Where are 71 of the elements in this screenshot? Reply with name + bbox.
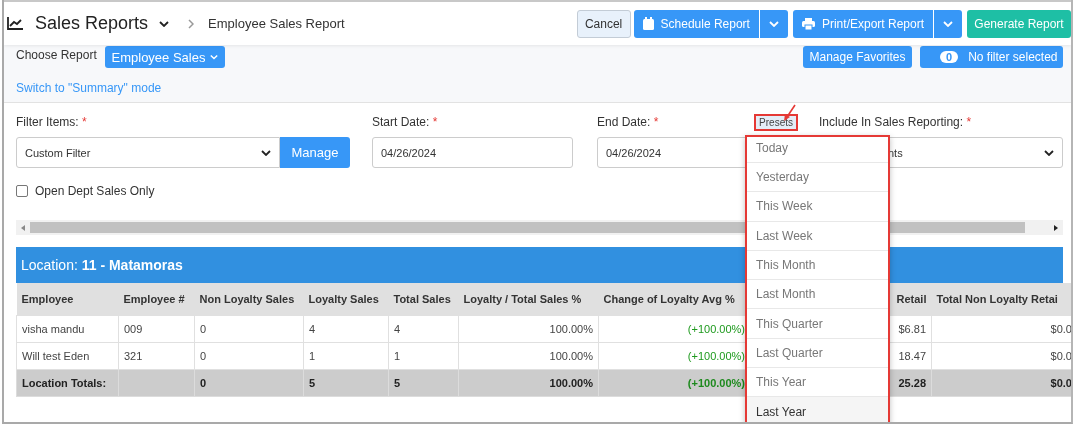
location-title: Location: 11 - Matamoras [21, 257, 183, 273]
menu-item[interactable]: Today [747, 137, 888, 163]
table-cell: 1 [388, 342, 459, 370]
column-header: Loyalty Sales [303, 283, 389, 316]
table-cell: $0.0 [931, 315, 1071, 343]
count-badge: 0 [940, 51, 959, 63]
field-label: Filter Items: * [16, 115, 87, 129]
field-label: Choose Report [16, 47, 98, 62]
date-field[interactable]: 04/26/2024 [372, 137, 573, 168]
chevron-right-icon [188, 18, 195, 29]
table-cell: visha mandu [16, 315, 119, 343]
caret-icon [210, 54, 219, 60]
calendar-icon [642, 17, 654, 30]
column-header: Employee [16, 283, 119, 316]
line-chart-icon [7, 17, 23, 30]
scroll-left-icon[interactable] [19, 223, 27, 232]
breadcrumb-text: Employee Sales Report [208, 16, 345, 31]
dropdown-toggle[interactable] [934, 9, 962, 38]
column-header: Non Loyalty Sales [194, 283, 304, 316]
menu-item[interactable]: This Quarter [747, 309, 888, 339]
table-cell: 4 [388, 315, 459, 343]
field-label: End Date: * [597, 115, 659, 129]
caret-icon [261, 149, 271, 156]
table-cell: 009 [118, 315, 195, 343]
caret-icon [768, 20, 779, 27]
printer-icon [801, 17, 815, 30]
table-cell: 100.00% [458, 342, 599, 370]
caret-icon [159, 20, 170, 27]
column-header: Loyalty / Total Sales % [458, 283, 599, 316]
table-cell: 0 [194, 315, 304, 343]
total-cell: 100.00% [458, 369, 599, 397]
scroll-right-icon[interactable] [1052, 223, 1060, 232]
total-cell: $0.0 [931, 369, 1071, 397]
dropdown-toggle[interactable] [759, 9, 788, 38]
checkbox[interactable] [16, 185, 28, 197]
table-cell: 1 [303, 342, 389, 370]
total-cell: Location Totals: [16, 369, 119, 397]
page-title: Sales Reports [35, 13, 149, 34]
table-cell: 100.00% [458, 315, 599, 343]
menu-item[interactable]: Last Year [747, 397, 888, 422]
table-cell: 4 [303, 315, 389, 343]
report-dropdown[interactable]: Employee Sales [105, 46, 225, 68]
manage-button[interactable]: Manage [280, 137, 350, 168]
filter-button[interactable]: 0 No filter selected [920, 46, 1063, 68]
total-cell: 5 [388, 369, 459, 397]
total-cell: 5 [303, 369, 389, 397]
table-cell: 0 [194, 342, 304, 370]
select-field[interactable]: Custom Filter [16, 137, 280, 168]
total-cell: 0 [194, 369, 304, 397]
report-button[interactable]: Print/Export Report [792, 9, 933, 38]
presets-button[interactable]: Presets [754, 113, 798, 131]
table-cell: Will test Eden [16, 342, 119, 370]
menu-item[interactable]: Last Month [747, 280, 888, 310]
menu-item[interactable]: Last Quarter [747, 338, 888, 369]
menu-item[interactable]: This Week [747, 192, 888, 222]
caret-icon [1044, 149, 1054, 156]
menu-item[interactable]: This Month [747, 250, 888, 281]
column-header: Total Sales [388, 283, 459, 316]
manage-favorites-button[interactable]: Manage Favorites [803, 46, 912, 68]
column-header: Employee # [118, 283, 195, 316]
cancel-button[interactable]: Cancel [576, 9, 631, 38]
column-header: Total Non Loyalty Retai [931, 283, 1071, 316]
checkbox-label: Open Dept Sales Only [35, 184, 155, 198]
report-button[interactable]: Schedule Report [633, 9, 759, 38]
caret-icon [943, 20, 953, 27]
menu-item[interactable]: Yesterday [747, 163, 888, 193]
field-label: Include In Sales Reporting: * [819, 115, 972, 129]
field-label: Start Date: * [372, 115, 438, 129]
table-cell: 321 [118, 342, 195, 370]
menu-item[interactable]: Last Week [747, 221, 888, 251]
mode-link[interactable]: Switch to "Summary" mode [16, 81, 162, 95]
